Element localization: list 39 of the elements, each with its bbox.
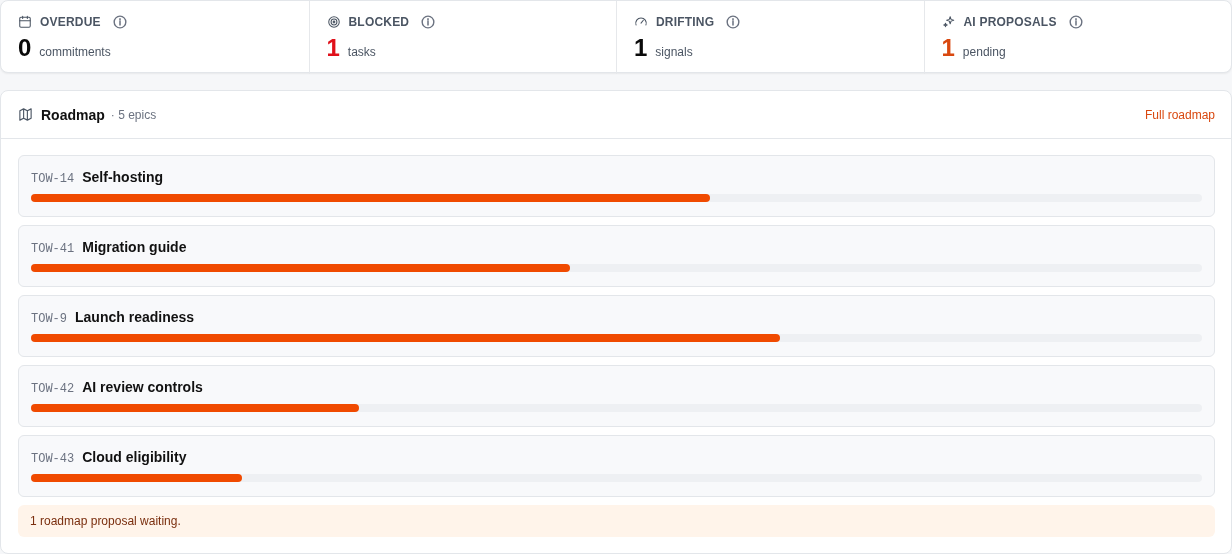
stat-label: AI PROPOSALS (963, 15, 1057, 29)
sparkles-icon (941, 15, 956, 29)
info-icon[interactable] (421, 15, 436, 29)
epic-key: TOW-9 (31, 312, 67, 326)
stat-label: BLOCKED (348, 15, 410, 29)
stat-unit: signals (655, 45, 693, 59)
stat-count: 0 (18, 34, 32, 62)
info-icon[interactable] (112, 15, 127, 29)
stat-label: OVERDUE (40, 15, 101, 29)
stat-unit: pending (962, 45, 1006, 59)
epic-key: TOW-43 (31, 452, 75, 466)
epic-name: Migration guide (82, 239, 187, 255)
epic-key: TOW-41 (31, 242, 75, 256)
epic-card[interactable]: TOW-41 Migration guide (18, 225, 1215, 287)
epic-count: · 5 epics (110, 107, 157, 122)
stat-count: 1 (941, 34, 955, 62)
epic-card[interactable]: TOW-42 AI review controls (18, 365, 1215, 427)
epic-card[interactable]: TOW-14 Self-hosting (18, 155, 1215, 217)
info-icon[interactable] (1068, 15, 1083, 29)
info-icon[interactable] (726, 15, 741, 29)
full-roadmap-link[interactable]: Full roadmap (1144, 107, 1215, 122)
epic-name: Cloud eligibility (82, 449, 187, 465)
epic-card[interactable]: TOW-9 Launch readiness (18, 295, 1215, 357)
stat-unit: tasks (347, 45, 376, 59)
epic-name: Launch readiness (75, 309, 195, 325)
map-icon (18, 107, 33, 122)
epic-name: Self-hosting (82, 169, 164, 185)
epic-card[interactable]: TOW-43 Cloud eligibility (18, 435, 1215, 497)
epic-name: AI review controls (82, 379, 203, 395)
proposal-notice: 1 roadmap proposal waiting. (18, 505, 1215, 537)
stat-count: 1 (326, 34, 340, 62)
card-title: Roadmap (41, 106, 105, 123)
stat-count: 1 (634, 34, 648, 62)
epic-key: TOW-14 (31, 172, 75, 186)
calendar-icon (18, 15, 32, 29)
target-icon (326, 15, 341, 29)
epic-key: TOW-42 (31, 382, 75, 396)
stat-unit: commitments (39, 45, 111, 59)
stat-label: DRIFTING (656, 15, 715, 29)
